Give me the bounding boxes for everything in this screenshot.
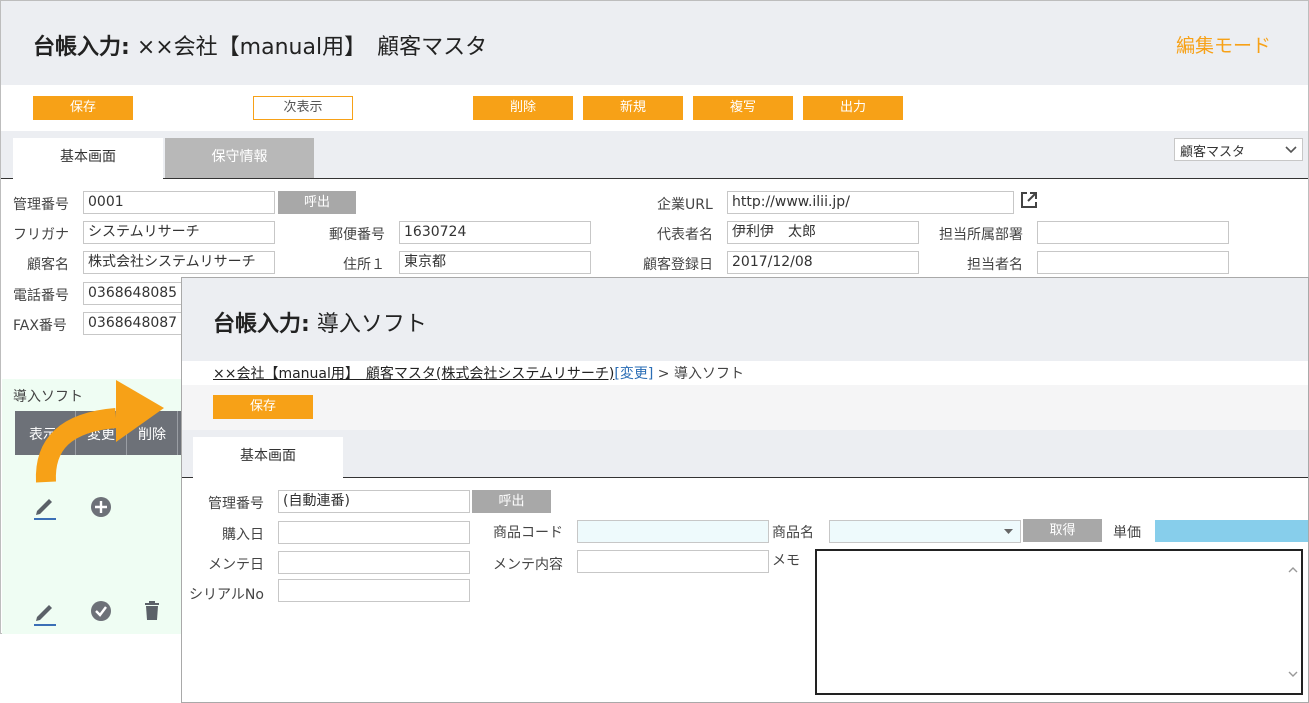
customer-name-input[interactable]: 株式会社システムリサーチ	[83, 251, 275, 274]
check-circle-icon[interactable]	[90, 600, 112, 622]
call-button[interactable]: 呼出	[278, 191, 356, 214]
person-input[interactable]	[1037, 251, 1229, 274]
purchase-date-input[interactable]	[278, 521, 470, 544]
tab-basic[interactable]: 基本画面	[13, 138, 163, 179]
installed-software-window: 台帳入力: 導入ソフト ××会社【manual用】 顧客マスタ(株式会社システム…	[181, 277, 1309, 703]
breadcrumb: ××会社【manual用】 顧客マスタ(株式会社システムリサーチ)[変更] > …	[213, 363, 744, 383]
caret-down-icon	[1004, 529, 1013, 534]
pencil-icon[interactable]	[32, 492, 58, 520]
next-display-button[interactable]: 次表示	[253, 96, 353, 120]
unit-price-input[interactable]	[1155, 520, 1308, 542]
front-mgmt-no-label: 管理番号	[208, 496, 264, 512]
tel-label: 電話番号	[13, 288, 69, 304]
front-title-rest: 導入ソフト	[316, 312, 427, 337]
front-page-title: 台帳入力: 導入ソフト	[213, 306, 427, 338]
person-label: 担当者名	[967, 257, 1023, 273]
add-circle-icon[interactable]	[90, 496, 112, 518]
front-title-prefix: 台帳入力:	[213, 312, 310, 337]
serial-no-input[interactable]	[278, 579, 470, 602]
maint-date-label: メンテ日	[208, 557, 264, 573]
mgmt-no-label: 管理番号	[13, 197, 69, 213]
registration-date-label: 顧客登録日	[643, 257, 713, 273]
breadcrumb-change-link[interactable]: [変更]	[614, 366, 653, 382]
tab-divider	[1, 178, 1308, 179]
curved-arrow-icon	[35, 380, 164, 483]
title-prefix: 台帳入力:	[33, 35, 130, 60]
zip-input[interactable]: 1630724	[399, 221, 591, 244]
representative-label: 代表者名	[657, 227, 713, 243]
product-code-input[interactable]	[577, 520, 769, 543]
unit-price-label: 単価	[1113, 525, 1141, 541]
product-name-label: 商品名	[772, 525, 814, 541]
scroll-up-icon[interactable]	[1288, 566, 1298, 573]
department-input[interactable]	[1037, 221, 1229, 244]
chevron-down-icon	[1285, 146, 1297, 154]
mgmt-no-input[interactable]: 0001	[83, 191, 275, 214]
zip-label: 郵便番号	[329, 227, 385, 243]
registration-date-input[interactable]: 2017/12/08	[727, 251, 919, 274]
page-title: 台帳入力: ××会社【manual用】 顧客マスタ	[33, 29, 487, 61]
title-rest: ××会社【manual用】 顧客マスタ	[136, 35, 488, 60]
department-label: 担当所属部署	[939, 227, 1023, 243]
front-call-button[interactable]: 呼出	[472, 490, 551, 513]
front-tab-divider	[182, 477, 1308, 478]
copy-button[interactable]: 複写	[693, 96, 793, 120]
delete-button[interactable]: 削除	[473, 96, 573, 120]
screen-select-value: 顧客マスタ	[1180, 145, 1246, 160]
serial-no-label: シリアルNo	[189, 587, 264, 603]
header-divider	[177, 411, 178, 455]
front-mgmt-no-input[interactable]: (自動連番)	[278, 490, 470, 513]
maint-content-input[interactable]	[577, 550, 769, 573]
address-input[interactable]: 東京都	[399, 251, 591, 274]
trash-icon[interactable]	[142, 600, 162, 622]
product-code-label: 商品コード	[493, 525, 563, 541]
representative-input[interactable]: 伊利伊 太郎	[727, 221, 919, 244]
breadcrumb-current: > 導入ソフト	[653, 366, 744, 382]
front-save-button[interactable]: 保存	[213, 395, 313, 419]
address-label: 住所１	[343, 257, 385, 273]
scroll-down-icon[interactable]	[1288, 671, 1298, 678]
maint-content-label: メンテ内容	[493, 557, 563, 573]
url-label: 企業URL	[657, 197, 713, 213]
edit-mode-label: 編集モード	[1176, 35, 1272, 57]
url-input[interactable]: http://www.ilii.jp/	[727, 191, 1014, 214]
kana-input[interactable]: システムリサーチ	[83, 221, 275, 244]
pencil-icon[interactable]	[32, 598, 58, 626]
get-button[interactable]: 取得	[1023, 519, 1102, 542]
save-button[interactable]: 保存	[33, 96, 133, 120]
memo-textarea[interactable]	[815, 549, 1303, 695]
external-link-icon[interactable]	[1019, 190, 1039, 210]
new-button[interactable]: 新規	[583, 96, 683, 120]
output-button[interactable]: 出力	[803, 96, 903, 120]
front-tab-basic[interactable]: 基本画面	[193, 437, 343, 478]
fax-label: FAX番号	[13, 318, 67, 334]
purchase-date-label: 購入日	[222, 527, 264, 543]
customer-name-label: 顧客名	[27, 257, 69, 273]
front-toolbar	[182, 385, 1308, 430]
kana-label: フリガナ	[13, 227, 69, 243]
breadcrumb-parent-link[interactable]: ××会社【manual用】 顧客マスタ(株式会社システムリサーチ)	[213, 366, 614, 382]
tab-maintenance[interactable]: 保守情報	[165, 138, 314, 178]
memo-label: メモ	[772, 553, 800, 569]
maint-date-input[interactable]	[278, 551, 470, 574]
product-name-select[interactable]	[829, 520, 1021, 543]
screen-select[interactable]: 顧客マスタ	[1174, 138, 1303, 161]
front-tab-bar	[182, 430, 1308, 478]
